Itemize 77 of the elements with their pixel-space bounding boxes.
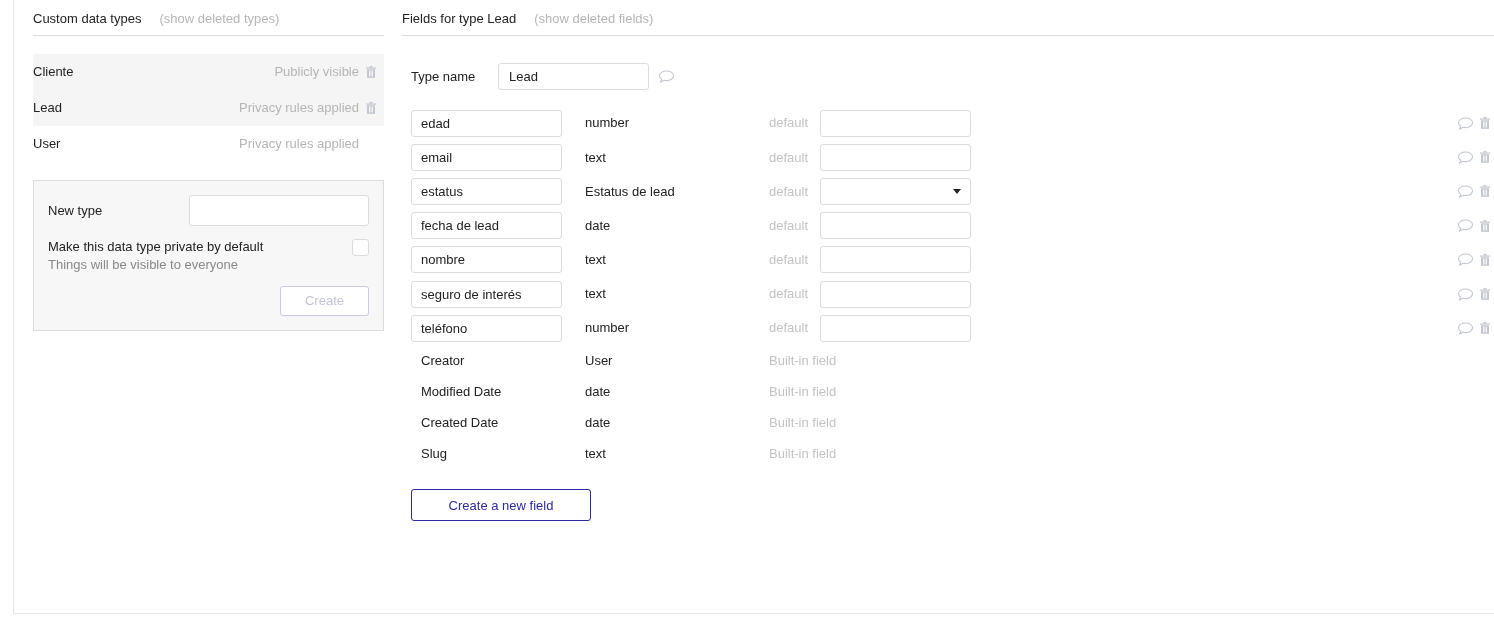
- field-type: User: [585, 352, 614, 371]
- private-option-label: Make this data type private by default: [48, 238, 264, 256]
- type-row[interactable]: User Privacy rules applied: [33, 126, 384, 162]
- default-label: default: [769, 148, 810, 167]
- field-name-input[interactable]: teléfono: [411, 314, 562, 342]
- field-name: Creator: [421, 352, 466, 371]
- comment-icon[interactable]: [1457, 219, 1474, 233]
- private-checkbox[interactable]: [352, 239, 369, 256]
- default-label: default: [769, 114, 810, 133]
- panel-title: Fields for type Lead: [402, 9, 517, 28]
- field-type: date: [585, 216, 612, 235]
- field-type: text: [585, 445, 607, 464]
- field-type: number: [585, 319, 631, 338]
- trash-icon[interactable]: [1480, 185, 1490, 198]
- trash-icon[interactable]: [366, 66, 376, 78]
- field-type: text: [585, 251, 607, 270]
- trash-icon[interactable]: [1480, 117, 1490, 130]
- default-dropdown[interactable]: [820, 177, 971, 205]
- privacy-status: Privacy rules applied: [239, 135, 359, 154]
- field-name-input[interactable]: edad: [411, 109, 562, 137]
- trash-icon[interactable]: [1480, 151, 1490, 164]
- default-input[interactable]: [820, 246, 971, 274]
- comment-icon[interactable]: [1457, 150, 1474, 164]
- field-name: Slug: [421, 445, 449, 464]
- type-name-label: Type name: [411, 67, 477, 86]
- field-name-input[interactable]: fecha de lead: [411, 212, 562, 240]
- default-label: default: [769, 216, 810, 235]
- field-name: Created Date: [421, 414, 500, 433]
- default-input[interactable]: [820, 280, 971, 308]
- default-label: default: [769, 285, 810, 304]
- comment-icon[interactable]: [1457, 116, 1474, 130]
- trash-icon[interactable]: [1480, 253, 1490, 266]
- privacy-status: Privacy rules applied: [239, 99, 359, 118]
- panel-title: Custom data types: [33, 9, 142, 28]
- new-type-label: New type: [48, 201, 103, 220]
- comment-icon[interactable]: [1457, 287, 1474, 301]
- built-in-note: Built-in field: [769, 352, 837, 371]
- field-name-input[interactable]: nombre: [411, 246, 562, 274]
- caret-icon: [953, 188, 961, 194]
- default-input[interactable]: [820, 143, 971, 171]
- field-type: text: [585, 148, 607, 167]
- trash-icon[interactable]: [366, 102, 376, 114]
- field-type: date: [585, 383, 612, 402]
- default-input[interactable]: [820, 314, 971, 342]
- privacy-status: Publicly visible: [274, 63, 359, 82]
- create-field-button[interactable]: Create a new field: [411, 489, 591, 522]
- type-name: Lead: [33, 99, 62, 118]
- field-name-input[interactable]: estatus: [411, 177, 562, 205]
- type-name-input[interactable]: Lead: [498, 63, 649, 90]
- default-label: default: [769, 182, 810, 201]
- type-name: User: [33, 135, 61, 154]
- type-row[interactable]: Cliente Publicly visible: [33, 54, 384, 90]
- built-in-note: Built-in field: [769, 445, 837, 464]
- new-type-input[interactable]: [189, 195, 369, 226]
- built-in-note: Built-in field: [769, 383, 837, 402]
- trash-icon[interactable]: [1480, 322, 1490, 335]
- trash-icon[interactable]: [1480, 288, 1490, 301]
- comment-icon[interactable]: [658, 70, 675, 83]
- default-label: default: [769, 251, 810, 270]
- default-label: default: [769, 319, 810, 338]
- comment-icon[interactable]: [1457, 184, 1474, 198]
- field-type: date: [585, 414, 612, 433]
- private-option-hint: Things will be visible to everyone: [48, 256, 240, 274]
- type-name: Cliente: [33, 63, 74, 82]
- field-type: number: [585, 114, 631, 133]
- comment-icon[interactable]: [1457, 321, 1474, 335]
- trash-icon[interactable]: [1480, 219, 1490, 232]
- field-name-input[interactable]: seguro de interés: [411, 280, 562, 308]
- field-type: text: [585, 285, 607, 304]
- default-input[interactable]: [820, 109, 971, 137]
- type-row[interactable]: Lead Privacy rules applied: [33, 90, 384, 126]
- field-name: Modified Date: [421, 383, 503, 402]
- comment-icon[interactable]: [1457, 253, 1474, 267]
- default-input[interactable]: [820, 212, 971, 240]
- field-name-input[interactable]: email: [411, 143, 562, 171]
- built-in-note: Built-in field: [769, 414, 837, 433]
- field-type: Estatus de lead: [585, 182, 676, 201]
